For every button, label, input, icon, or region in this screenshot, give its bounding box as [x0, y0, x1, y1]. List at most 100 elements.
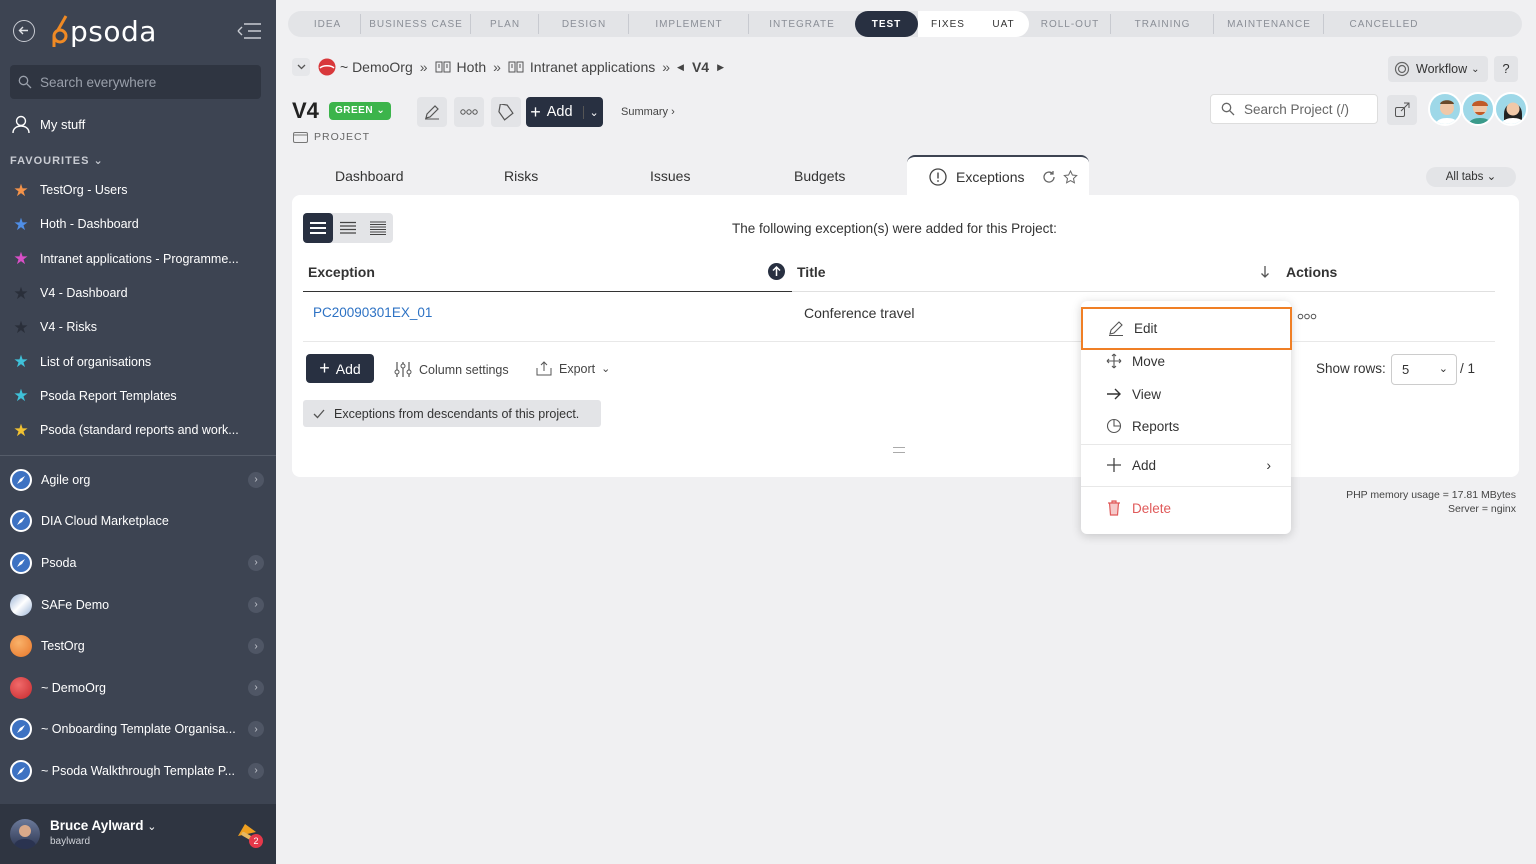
chevron-down-icon: ⌄ — [93, 155, 104, 167]
stage-design[interactable]: DESIGN — [539, 11, 629, 37]
global-search-input[interactable]: Search everywhere — [10, 65, 261, 99]
stage-business-case[interactable]: BUSINESS CASE — [361, 11, 471, 37]
stage-maintenance[interactable]: MAINTENANCE — [1214, 11, 1324, 37]
row-actions-button[interactable] — [1297, 308, 1317, 323]
stage-implement[interactable]: IMPLEMENT — [629, 11, 749, 37]
favourite-item[interactable]: ★ List of organisations — [0, 344, 276, 378]
my-stuff-link[interactable]: My stuff — [12, 115, 85, 134]
status-badge[interactable]: GREEN ⌄ — [329, 102, 392, 120]
external-link-button[interactable] — [1387, 95, 1417, 125]
team-member-avatar[interactable] — [1494, 92, 1528, 126]
favourite-item[interactable]: ★ Psoda (standard reports and work... — [0, 413, 276, 447]
edit-project-button[interactable] — [417, 97, 447, 127]
column-header-title[interactable]: Title — [797, 264, 826, 280]
tab-issues[interactable]: Issues — [650, 168, 690, 184]
add-exception-button[interactable]: + Add — [306, 354, 374, 383]
chevron-right-icon[interactable]: › — [248, 762, 264, 779]
stage-idea[interactable]: IDEA — [294, 11, 361, 37]
density-medium-button[interactable] — [333, 213, 363, 243]
user-profile[interactable]: Bruce Aylward ⌄ baylward — [0, 804, 276, 864]
chevron-right-icon[interactable]: › — [248, 471, 264, 488]
density-compact-button[interactable] — [363, 213, 393, 243]
stage-integrate[interactable]: INTEGRATE — [749, 11, 855, 37]
stage-test[interactable]: TEST — [855, 11, 918, 37]
rows-per-page-select[interactable]: 5 ⌄ — [1391, 354, 1457, 385]
tab-risks[interactable]: Risks — [504, 168, 538, 184]
favourite-item[interactable]: ★ Intranet applications - Programme... — [0, 242, 276, 276]
team-member-avatar[interactable] — [1461, 92, 1495, 126]
favourite-item[interactable]: ★ TestOrg - Users — [0, 173, 276, 207]
menu-item-reports[interactable]: Reports — [1081, 410, 1291, 442]
back-button[interactable] — [13, 20, 35, 42]
sidebar-org-item[interactable]: Agile org › — [0, 459, 276, 501]
menu-item-edit-label: Edit — [1134, 321, 1158, 336]
menu-item-add[interactable]: Add › — [1081, 449, 1291, 481]
menu-item-move[interactable]: Move — [1081, 345, 1291, 377]
chevron-right-icon[interactable]: › — [248, 554, 264, 571]
stage-training[interactable]: TRAINING — [1111, 11, 1214, 37]
stage-fixes[interactable]: FIXES — [918, 11, 978, 37]
tab-dashboard[interactable]: Dashboard — [335, 168, 404, 184]
column-header-exception[interactable]: Exception — [308, 264, 375, 280]
sort-ascending-icon[interactable] — [768, 263, 785, 280]
chevron-right-icon[interactable]: › — [248, 596, 264, 613]
summary-link[interactable]: Summary › — [621, 106, 675, 118]
chevron-right-icon[interactable]: › — [248, 638, 264, 655]
favourite-item[interactable]: ★ V4 - Dashboard — [0, 276, 276, 310]
team-member-avatar[interactable] — [1428, 92, 1462, 126]
favourite-item[interactable]: ★ V4 - Risks — [0, 310, 276, 344]
star-icon[interactable] — [1063, 169, 1079, 185]
sidebar-org-item[interactable]: ~ Psoda Walkthrough Template P... › — [0, 750, 276, 792]
resize-handle[interactable] — [893, 447, 905, 453]
previous-project-icon[interactable]: ◀ — [677, 62, 684, 73]
sidebar-org-item[interactable]: SAFe Demo › — [0, 584, 276, 626]
favourite-item[interactable]: ★ Psoda Report Templates — [0, 379, 276, 413]
sidebar-org-item[interactable]: ~ Onboarding Template Organisa... › — [0, 709, 276, 751]
project-search-input[interactable]: Search Project (/) — [1210, 94, 1378, 124]
chevron-right-icon[interactable]: › — [248, 679, 264, 696]
favourite-item[interactable]: ★ Hoth - Dashboard — [0, 207, 276, 241]
density-comfortable-button[interactable] — [303, 213, 333, 243]
sidebar-org-item[interactable]: DIA Cloud Marketplace — [0, 501, 276, 543]
menu-item-view[interactable]: View — [1081, 378, 1291, 410]
sidebar-header: psoda — [0, 0, 276, 62]
descendants-filter-toggle[interactable]: Exceptions from descendants of this proj… — [303, 400, 601, 427]
tab-exceptions[interactable]: Exceptions — [907, 155, 1089, 197]
breadcrumb-project-group[interactable]: Intranet applications — [530, 59, 655, 75]
tag-button[interactable] — [491, 97, 521, 127]
all-tabs-dropdown[interactable]: All tabs ⌄ — [1426, 167, 1516, 187]
chevron-right-icon[interactable]: › — [248, 721, 264, 738]
add-dropdown-button[interactable]: + Add ⌄ — [526, 97, 603, 127]
export-dropdown[interactable]: Export ⌄ — [536, 361, 610, 376]
refresh-icon[interactable] — [1042, 170, 1056, 184]
column-settings-button[interactable]: Column settings — [394, 361, 509, 378]
breadcrumb-org[interactable]: ~ DemoOrg — [340, 59, 413, 75]
menu-item-edit[interactable]: Edit — [1081, 307, 1292, 350]
stage-uat[interactable]: UAT — [978, 11, 1029, 37]
next-project-icon[interactable]: ▶ — [717, 62, 724, 73]
sidebar-org-item[interactable]: TestOrg › — [0, 625, 276, 667]
sidebar-org-item[interactable]: ~ DemoOrg › — [0, 667, 276, 709]
stage-plan[interactable]: PLAN — [471, 11, 539, 37]
row-context-menu: Edit Move View Reports Add › Delete — [1081, 301, 1292, 534]
arrow-up-icon — [772, 265, 781, 276]
workflow-label: Workflow — [1416, 62, 1468, 76]
chevron-down-icon: ⌄ — [1471, 63, 1480, 75]
stage-roll-out[interactable]: ROLL-OUT — [1029, 11, 1111, 37]
column-settings-label: Column settings — [419, 362, 509, 377]
tab-budgets[interactable]: Budgets — [794, 168, 845, 184]
stage-cancelled[interactable]: CANCELLED — [1324, 11, 1444, 37]
help-button[interactable]: ? — [1494, 56, 1518, 82]
psoda-logo[interactable]: psoda — [52, 14, 157, 48]
sidebar-org-item[interactable]: Psoda › — [0, 542, 276, 584]
arrow-down-icon[interactable] — [1260, 265, 1270, 278]
breadcrumb-dropdown[interactable] — [292, 58, 310, 76]
more-options-button[interactable] — [454, 97, 484, 127]
collapse-sidebar-icon[interactable] — [236, 22, 262, 40]
breadcrumb-programme[interactable]: Hoth — [457, 59, 487, 75]
favourites-heading[interactable]: FAVOURITES ⌄ — [10, 154, 104, 167]
trash-icon — [1105, 500, 1123, 516]
exception-link[interactable]: PC20090301EX_01 — [313, 305, 432, 320]
menu-item-delete[interactable]: Delete — [1081, 492, 1291, 524]
workflow-dropdown[interactable]: Workflow ⌄ — [1388, 56, 1488, 82]
